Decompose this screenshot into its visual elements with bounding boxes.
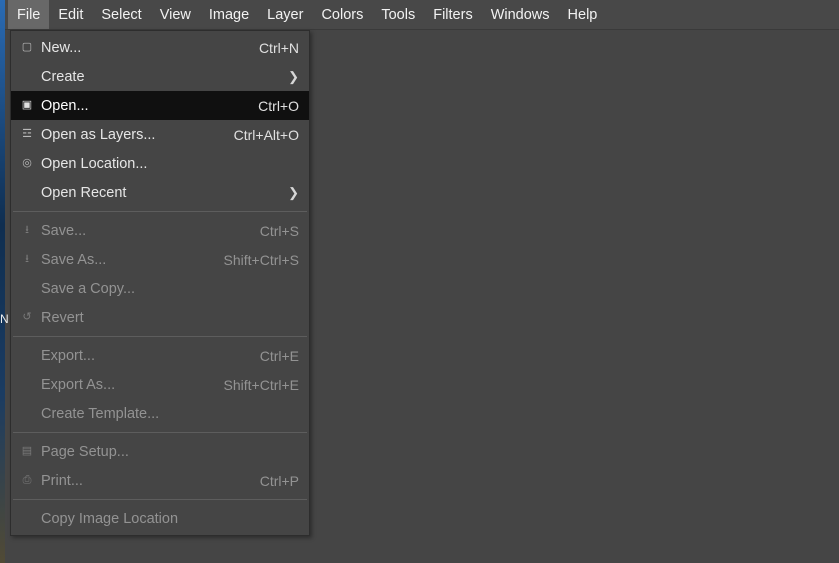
menu-item-label: Revert	[37, 310, 299, 326]
menu-layer[interactable]: Layer	[258, 0, 312, 29]
file-menu-item-print[interactable]: ⎙Print...Ctrl+P	[11, 466, 309, 495]
menu-separator	[13, 499, 307, 500]
revert-icon: ↺	[17, 312, 37, 323]
file-menu-item-open-recent[interactable]: Open Recent❯	[11, 178, 309, 207]
file-menu-item-open-as-layers[interactable]: ☲Open as Layers...Ctrl+Alt+O	[11, 120, 309, 149]
globe-icon: ◎	[17, 158, 37, 169]
menu-item-label: Print...	[37, 473, 248, 489]
file-menu-item-open-location[interactable]: ◎Open Location...	[11, 149, 309, 178]
file-menu-item-save[interactable]: ⭳Save...Ctrl+S	[11, 216, 309, 245]
menu-filters[interactable]: Filters	[424, 0, 481, 29]
file-menu-item-create-template[interactable]: Create Template...	[11, 399, 309, 428]
menu-colors[interactable]: Colors	[312, 0, 372, 29]
menu-file[interactable]: File	[8, 0, 49, 29]
menubar: FileEditSelectViewImageLayerColorsToolsF…	[5, 0, 839, 30]
file-menu-item-open[interactable]: ▣Open...Ctrl+O	[11, 91, 309, 120]
submenu-arrow-icon: ❯	[278, 69, 299, 85]
menu-item-label: Open Recent	[37, 185, 278, 201]
menu-item-label: Save As...	[37, 252, 212, 268]
menu-item-label: Open...	[37, 98, 246, 114]
menu-item-label: Page Setup...	[37, 444, 299, 460]
menu-image[interactable]: Image	[200, 0, 258, 29]
window-left-edge	[0, 0, 5, 563]
menu-item-shortcut: Shift+Ctrl+E	[212, 377, 299, 393]
menu-separator	[13, 211, 307, 212]
menu-item-shortcut: Ctrl+P	[248, 473, 299, 489]
layers-icon: ☲	[17, 129, 37, 140]
open-icon: ▣	[17, 100, 37, 111]
file-menu-item-revert[interactable]: ↺Revert	[11, 303, 309, 332]
save-icon: ⭳	[17, 225, 37, 236]
menu-separator	[13, 336, 307, 337]
menu-windows[interactable]: Windows	[482, 0, 559, 29]
menu-item-shortcut: Ctrl+O	[246, 98, 299, 114]
save-as-icon: ⭳	[17, 254, 37, 265]
file-menu-item-export-as[interactable]: Export As...Shift+Ctrl+E	[11, 370, 309, 399]
menu-help[interactable]: Help	[559, 0, 607, 29]
menu-edit[interactable]: Edit	[49, 0, 92, 29]
menu-item-label: Open Location...	[37, 156, 299, 172]
file-menu-item-page-setup[interactable]: ▤Page Setup...	[11, 437, 309, 466]
file-menu-item-create[interactable]: Create❯	[11, 62, 309, 91]
file-menu-item-save-a-copy[interactable]: Save a Copy...	[11, 274, 309, 303]
menu-item-label: Create	[37, 69, 278, 85]
menu-item-label: New...	[37, 40, 247, 56]
file-menu-dropdown: ▢New...Ctrl+NCreate❯▣Open...Ctrl+O☲Open …	[10, 30, 310, 536]
print-icon: ⎙	[17, 475, 37, 486]
page-setup-icon: ▤	[17, 446, 37, 457]
new-doc-icon: ▢	[17, 42, 37, 53]
menu-item-label: Export As...	[37, 377, 212, 393]
menu-item-label: Open as Layers...	[37, 127, 222, 143]
menu-tools[interactable]: Tools	[372, 0, 424, 29]
file-menu-item-export[interactable]: Export...Ctrl+E	[11, 341, 309, 370]
menu-item-shortcut: Ctrl+N	[247, 40, 299, 56]
file-menu-item-copy-image-location[interactable]: Copy Image Location	[11, 504, 309, 533]
menu-separator	[13, 432, 307, 433]
menu-item-label: Copy Image Location	[37, 511, 299, 527]
file-menu-item-new[interactable]: ▢New...Ctrl+N	[11, 33, 309, 62]
menu-item-shortcut: Ctrl+E	[248, 348, 299, 364]
menu-select[interactable]: Select	[92, 0, 150, 29]
menu-item-shortcut: Ctrl+S	[248, 223, 299, 239]
menu-item-label: Create Template...	[37, 406, 299, 422]
menu-view[interactable]: View	[151, 0, 200, 29]
file-menu-item-save-as[interactable]: ⭳Save As...Shift+Ctrl+S	[11, 245, 309, 274]
menu-item-shortcut: Shift+Ctrl+S	[212, 252, 299, 268]
menu-item-label: Save...	[37, 223, 248, 239]
truncated-text: N	[0, 312, 10, 326]
menu-item-shortcut: Ctrl+Alt+O	[222, 127, 299, 143]
menu-item-label: Export...	[37, 348, 248, 364]
menu-item-label: Save a Copy...	[37, 281, 299, 297]
submenu-arrow-icon: ❯	[278, 185, 299, 201]
